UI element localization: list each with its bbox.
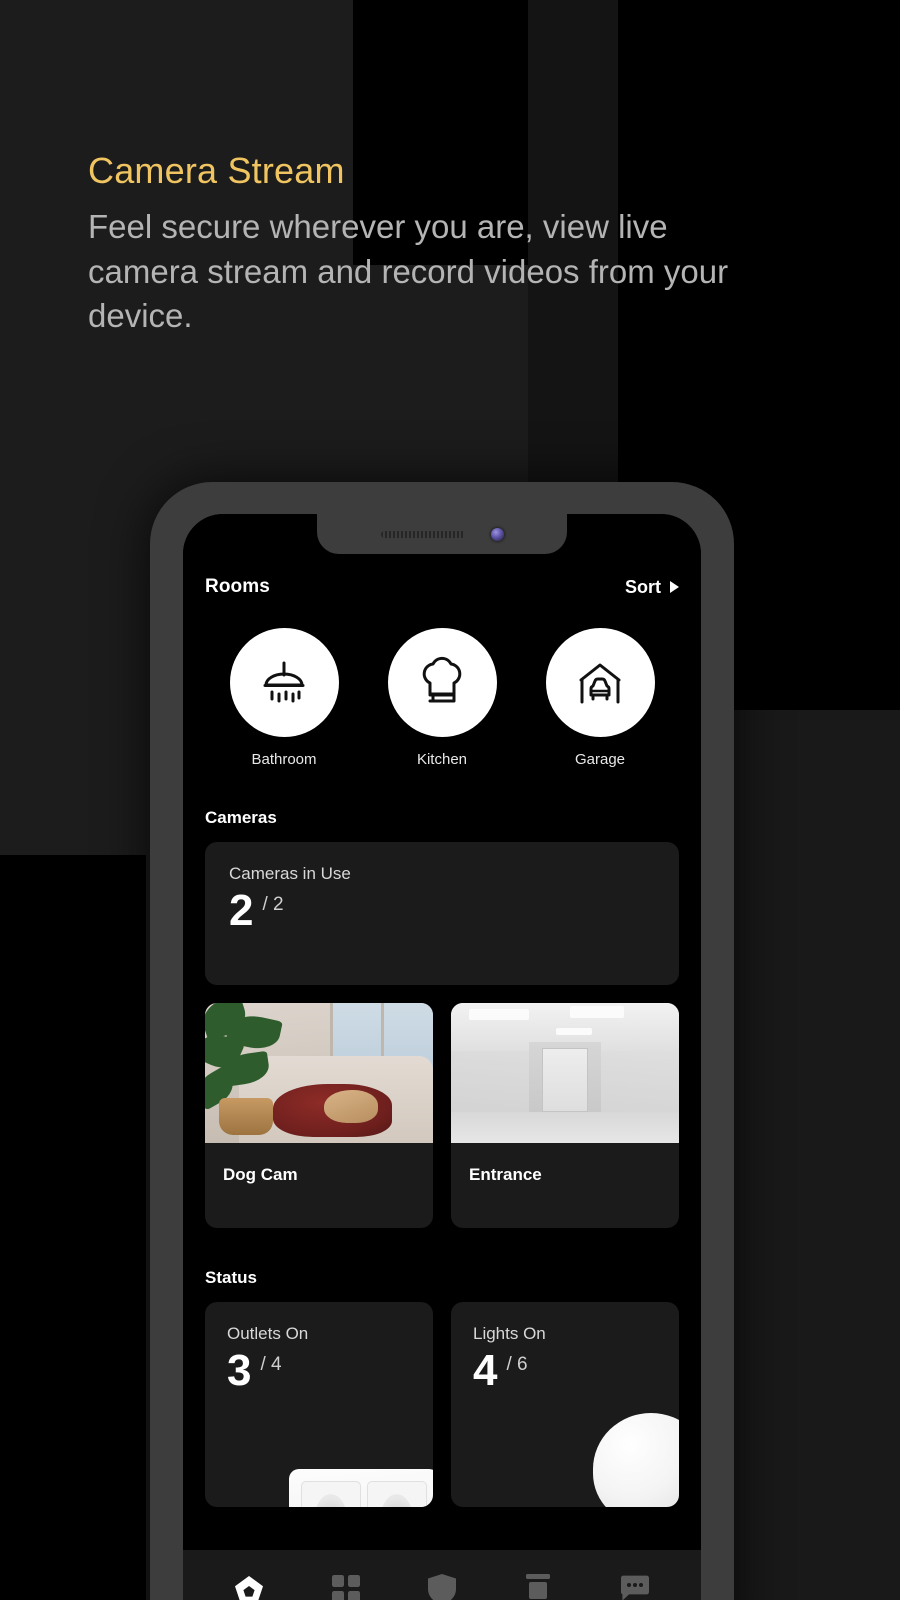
count-total: / 4 — [260, 1353, 282, 1375]
section-header-status: Status — [205, 1268, 257, 1287]
tab-home[interactable] — [226, 1566, 272, 1600]
room-icon-circle — [387, 628, 497, 737]
dog-decor — [323, 1089, 379, 1124]
promo-stage: Camera Stream Feel secure wherever you a… — [0, 0, 900, 1600]
app-screen: Rooms Sort Bathroom Kitchen Garage Camer… — [183, 514, 701, 1600]
floor-decor — [451, 1112, 679, 1143]
speaker-grille-icon — [380, 530, 465, 538]
count-current: 3 — [227, 1346, 252, 1395]
camera-thumbnail — [205, 1003, 433, 1143]
camera-card-dog-cam[interactable]: Dog Cam — [205, 1003, 433, 1228]
background-block-bottom-right — [733, 710, 900, 1600]
camera-name: Entrance — [469, 1165, 542, 1184]
room-icon-circle — [229, 628, 339, 737]
plant-pot-decor — [218, 1098, 274, 1135]
card-label: Cameras in Use — [229, 864, 351, 883]
status-cards-grid: Outlets On 3 / 4 Lights On 4 / 6 — [205, 1302, 679, 1507]
door-decor — [542, 1047, 588, 1113]
count-current: 2 — [229, 886, 254, 935]
room-label: Kitchen — [416, 751, 468, 768]
front-camera-icon — [490, 527, 504, 541]
device-icon — [526, 1574, 551, 1599]
promo-title: Camera Stream — [88, 150, 345, 191]
promo-text: Camera Stream Feel secure wherever you a… — [88, 150, 788, 339]
tab-appliances[interactable] — [515, 1566, 561, 1600]
chef-hat-icon — [422, 656, 462, 702]
promo-description: Feel secure wherever you are, view live … — [88, 208, 729, 335]
background-block-left — [0, 0, 146, 855]
tab-security[interactable] — [419, 1566, 465, 1600]
socket-decor — [367, 1481, 427, 1507]
count-row: 2 / 2 — [229, 886, 655, 935]
count-total: / 6 — [506, 1353, 528, 1375]
sort-button[interactable]: Sort — [625, 577, 679, 598]
card-label: Lights On — [473, 1324, 546, 1343]
chat-icon — [620, 1575, 649, 1600]
bottom-tab-bar — [183, 1550, 701, 1600]
caret-right-icon — [670, 581, 679, 593]
camera-name: Dog Cam — [223, 1165, 298, 1184]
status-card-lights[interactable]: Lights On 4 / 6 — [451, 1302, 679, 1507]
section-header-cameras: Cameras — [205, 808, 277, 827]
shield-icon — [427, 1574, 456, 1600]
camera-cards-grid: Dog Cam Entrance — [205, 1003, 679, 1228]
page-title: Rooms — [205, 576, 270, 597]
camera-thumbnail — [451, 1003, 679, 1143]
light-bulb-image — [593, 1413, 679, 1507]
phone-notch — [317, 514, 567, 554]
tab-messages[interactable] — [612, 1566, 658, 1600]
phone-device-mockup: Rooms Sort Bathroom Kitchen Garage Camer… — [150, 482, 734, 1600]
phone-screen-bezel: Rooms Sort Bathroom Kitchen Garage Camer… — [183, 514, 701, 1600]
wall-outlet-image — [289, 1469, 433, 1507]
ceiling-light-decor — [555, 1028, 593, 1036]
ceiling-light-decor — [569, 1005, 625, 1019]
room-item-kitchen[interactable]: Kitchen — [387, 628, 497, 768]
count-current: 4 — [473, 1346, 498, 1395]
garage-car-icon — [579, 663, 621, 703]
rooms-list: Bathroom Kitchen Garage — [205, 628, 679, 768]
room-label: Bathroom — [251, 751, 317, 768]
count-row: 3 / 4 — [227, 1346, 411, 1395]
ceiling-panel-decor — [469, 1008, 529, 1020]
room-item-garage[interactable]: Garage — [545, 628, 655, 768]
count-row: 4 / 6 — [473, 1346, 657, 1395]
sort-label: Sort — [625, 576, 661, 597]
grid-icon — [331, 1575, 360, 1600]
shower-icon — [263, 661, 305, 702]
room-label: Garage — [574, 751, 626, 768]
home-icon — [235, 1576, 264, 1600]
room-icon-circle — [545, 628, 655, 737]
camera-card-entrance[interactable]: Entrance — [451, 1003, 679, 1228]
count-total: / 2 — [262, 893, 284, 915]
socket-decor — [301, 1481, 361, 1507]
background-block-bottom-left — [0, 855, 146, 1600]
tab-devices[interactable] — [323, 1566, 369, 1600]
bulb-glass-decor — [593, 1413, 679, 1507]
status-card-outlets[interactable]: Outlets On 3 / 4 — [205, 1302, 433, 1507]
card-label: Outlets On — [227, 1324, 309, 1343]
cameras-in-use-card[interactable]: Cameras in Use 2 / 2 — [205, 842, 679, 985]
room-item-bathroom[interactable]: Bathroom — [229, 628, 339, 768]
